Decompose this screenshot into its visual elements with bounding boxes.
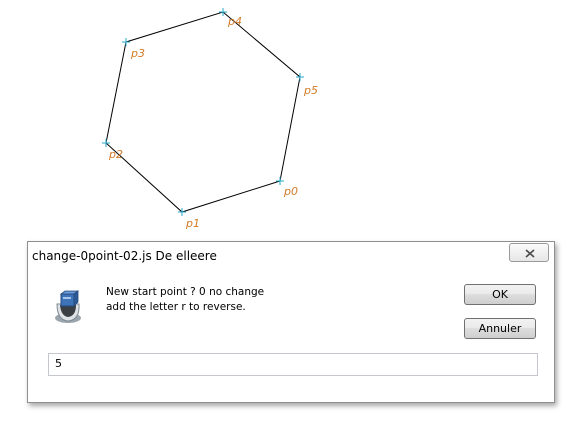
point-label-p0: p0 [283,185,298,198]
hexagon-polyline [105,11,301,213]
cancel-button[interactable]: Annuler [464,318,536,339]
prompt-line-2: add the letter r to reverse. [106,301,246,313]
point-label-p1: p1 [185,217,200,230]
drawing-canvas: p0 p1 p2 p3 p4 p5 [102,8,318,230]
point-label-p4: p4 [227,15,242,28]
close-icon [525,249,535,258]
point-label-p5: p5 [303,84,318,97]
close-button[interactable] [509,243,549,262]
dialog-titlebar[interactable]: change-0point-02.js De elleere [28,242,554,270]
prompt-line-1: New start point ? 0 no change [106,286,265,298]
input-dialog: change-0point-02.js De elleere New start… [27,241,555,403]
dialog-title: change-0point-02.js De elleere [32,249,217,263]
point-marker-p3 [122,38,130,46]
dialog-prompt: New start point ? 0 no change add the le… [106,285,264,315]
point-label-p3: p3 [130,47,145,60]
point-marker-p0 [276,177,284,185]
point-label-p2: p2 [108,148,123,161]
script-host-icon [55,290,81,323]
start-point-input[interactable]: 5 [48,353,538,376]
ok-button[interactable]: OK [464,284,536,305]
